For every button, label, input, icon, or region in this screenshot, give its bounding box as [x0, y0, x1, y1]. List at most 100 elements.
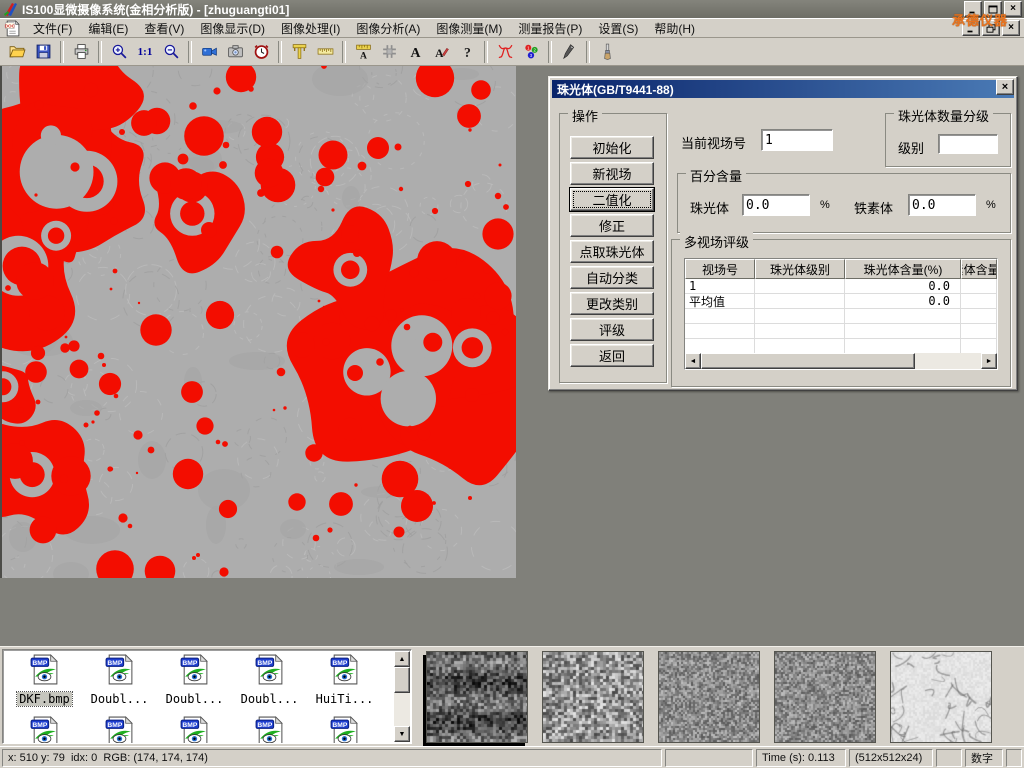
svg-text:BMP: BMP — [182, 722, 197, 729]
menu-item-7[interactable]: 图像测量(M) — [428, 18, 510, 39]
toolbar-zoom-in-button[interactable] — [106, 40, 132, 64]
svg-text:BMP: BMP — [182, 660, 197, 667]
toolbar-brush-button[interactable] — [594, 40, 620, 64]
toolbar-actual-size-button[interactable]: 1:1 — [132, 40, 158, 64]
grade-button[interactable]: 评级 — [570, 318, 654, 341]
menu-item-1[interactable]: 文件(F) — [25, 18, 80, 39]
file-item-clipped[interactable]: BMP — [157, 715, 232, 744]
file-item-1[interactable]: BMPDKF.bmp — [7, 653, 82, 706]
grid-icon — [381, 43, 398, 60]
scroll-left-button[interactable]: ◄ — [685, 353, 701, 369]
menu-item-8[interactable]: 测量报告(P) — [510, 18, 590, 39]
table-cell — [685, 324, 755, 339]
toolbar-classification-button[interactable]: 123 — [518, 40, 544, 64]
return-button[interactable]: 返回 — [570, 344, 654, 367]
toolbar-zoom-out-button[interactable] — [158, 40, 184, 64]
init-button[interactable]: 初始化 — [570, 136, 654, 159]
scrollbar-thumb[interactable] — [394, 667, 410, 693]
file-item-4[interactable]: BMPDoubl... — [232, 653, 307, 706]
toolbar-text-edit-button[interactable]: A — [428, 40, 454, 64]
toolbar-print-button[interactable] — [68, 40, 94, 64]
file-row-clipped: BMPBMPBMPBMPBMP — [3, 712, 411, 744]
thumbnail-1[interactable] — [426, 651, 528, 743]
table-horizontal-scrollbar[interactable]: ◄ ► — [685, 353, 997, 369]
column-header-4[interactable]: 铁素体含量(%) — [961, 259, 997, 279]
minimize-button[interactable] — [964, 1, 982, 17]
scrollbar-track[interactable] — [394, 693, 410, 726]
maximize-button[interactable] — [984, 1, 1002, 17]
file-item-clipped[interactable]: BMP — [232, 715, 307, 744]
scrollbar-thumb[interactable] — [701, 353, 915, 369]
column-header-1[interactable]: 视场号 — [685, 259, 755, 279]
file-item-clipped[interactable]: BMP — [82, 715, 157, 744]
file-item-clipped[interactable]: BMP — [7, 715, 82, 744]
window-title: IS100显微摄像系统(金相分析版) - [zhuguangti01] — [22, 1, 289, 18]
menu-item-5[interactable]: 图像处理(I) — [273, 18, 348, 39]
micrograph-image[interactable] — [2, 66, 516, 578]
binarize-button[interactable]: 二值化 — [570, 188, 654, 211]
svg-text:A: A — [360, 50, 367, 60]
child-close-button[interactable]: × — [1002, 20, 1020, 36]
toolbar-capture-image-button[interactable] — [222, 40, 248, 64]
status-empty-3 — [1006, 749, 1022, 767]
child-minimize-button[interactable] — [962, 20, 980, 36]
close-button[interactable]: × — [1004, 1, 1022, 17]
level-input[interactable] — [938, 134, 998, 154]
menu-item-10[interactable]: 帮助(H) — [646, 18, 703, 39]
file-item-3[interactable]: BMPDoubl... — [157, 653, 232, 706]
toolbar-pen-button[interactable] — [556, 40, 582, 64]
thumbnail-image — [891, 652, 991, 742]
table-cell — [755, 279, 845, 294]
toolbar-text-button[interactable]: A — [402, 40, 428, 64]
thumbnail-3[interactable] — [658, 651, 760, 743]
new-field-button[interactable]: 新视场 — [570, 162, 654, 185]
dialog-title-bar[interactable]: 珠光体(GB/T9441-88) — [552, 80, 1014, 98]
zoom-in-icon — [111, 43, 128, 60]
ferrite-percent-input[interactable] — [908, 194, 976, 216]
scroll-up-button[interactable]: ▲ — [394, 651, 410, 667]
menu-item-2[interactable]: 编辑(E) — [80, 18, 136, 39]
pick-pearlite-button[interactable]: 点取珠光体 — [570, 240, 654, 263]
toolbar-clock-button[interactable] — [248, 40, 274, 64]
status-bar: x: 510 y: 79 idx: 0 RGB: (174, 174, 174)… — [0, 746, 1024, 768]
table-cell — [961, 279, 997, 294]
toolbar-open-button[interactable] — [4, 40, 30, 64]
grading-group-label: 珠光体数量分级 — [894, 106, 993, 125]
auto-classify-button[interactable]: 自动分类 — [570, 266, 654, 289]
dialog-close-button[interactable]: × — [996, 79, 1014, 95]
file-item-5[interactable]: BMPHuiTi... — [307, 653, 382, 706]
scroll-down-button[interactable]: ▼ — [394, 726, 410, 742]
table-rows: 10.0平均值0.0 — [685, 279, 997, 354]
thumbnail-4[interactable] — [774, 651, 876, 743]
menu-item-9[interactable]: 设置(S) — [590, 18, 646, 39]
file-item-2[interactable]: BMPDoubl... — [82, 653, 157, 706]
scrollbar-track[interactable] — [915, 353, 981, 369]
child-restore-button[interactable] — [982, 20, 1000, 36]
thumbnail-5[interactable] — [890, 651, 992, 743]
thumbnail-2[interactable] — [542, 651, 644, 743]
change-class-button[interactable]: 更改类别 — [570, 292, 654, 315]
file-icon: BMP — [253, 715, 286, 744]
toolbar-save-button[interactable] — [30, 40, 56, 64]
pearlite-percent-input[interactable] — [742, 194, 810, 216]
menu-item-4[interactable]: 图像显示(D) — [192, 18, 273, 39]
toolbar-grid-button[interactable] — [376, 40, 402, 64]
svg-text:BMP: BMP — [257, 722, 272, 729]
file-item-clipped[interactable]: BMP — [307, 715, 382, 744]
toolbar-measure-text-button[interactable]: A — [350, 40, 376, 64]
column-header-3[interactable]: 珠光体含量(%) — [845, 259, 961, 279]
toolbar-ruler-button[interactable] — [312, 40, 338, 64]
correct-button[interactable]: 修正 — [570, 214, 654, 237]
toolbar-caliper-button[interactable] — [286, 40, 312, 64]
toolbar-video-camera-button[interactable] — [196, 40, 222, 64]
menu-item-6[interactable]: 图像分析(A) — [348, 18, 428, 39]
multi-field-group: 多视场评级 视场号珠光体级别珠光体含量(%)铁素体含量(%) 10.0平均值0.… — [671, 239, 1011, 387]
toolbar-help-button[interactable]: ? — [454, 40, 480, 64]
capture-image-icon — [227, 43, 244, 60]
toolbar-calibration-curve-button[interactable] — [492, 40, 518, 64]
file-list-scrollbar[interactable]: ▲ ▼ — [394, 651, 410, 742]
menu-item-3[interactable]: 查看(V) — [136, 18, 192, 39]
current-field-input[interactable] — [761, 129, 833, 151]
scroll-right-button[interactable]: ► — [981, 353, 997, 369]
column-header-2[interactable]: 珠光体级别 — [755, 259, 845, 279]
